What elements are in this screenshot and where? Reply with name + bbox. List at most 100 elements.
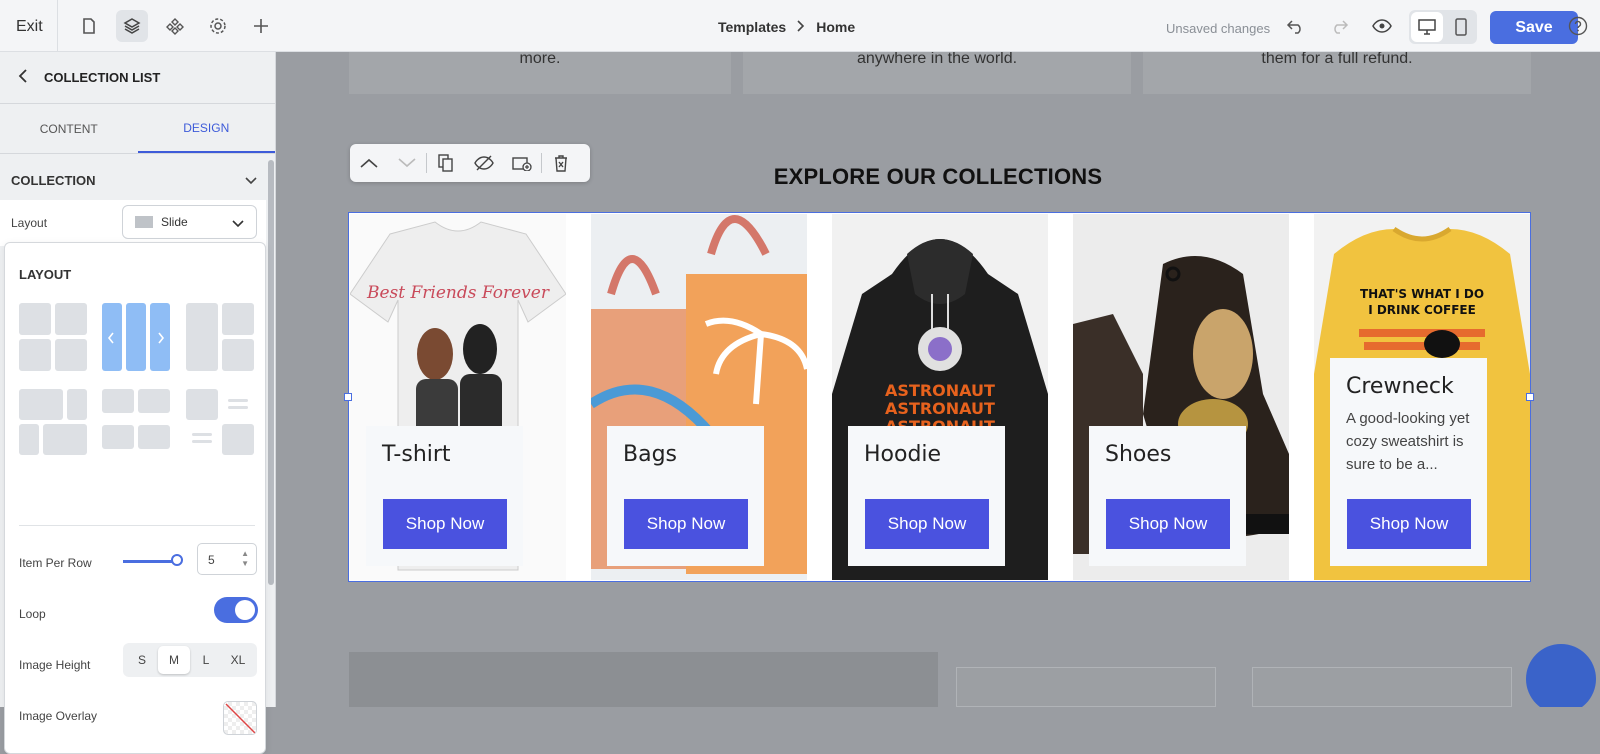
image-overlay-label: Image Overlay (19, 709, 98, 723)
tshirt-print: Best Friends Forever (366, 283, 550, 303)
page-canvas: more. anywhere in the world. them for a … (276, 52, 1600, 707)
loop-toggle[interactable] (214, 597, 258, 623)
image-overlay-swatch[interactable] (223, 701, 257, 735)
image-placeholder (1252, 667, 1512, 707)
image-height-xl[interactable]: XL (222, 646, 254, 674)
collection-info: Bags Shop Now (607, 426, 764, 566)
design-sidebar: COLLECTION LIST CONTENT DESIGN COLLECTIO… (0, 52, 276, 754)
shop-now-button[interactable]: Shop Now (383, 499, 507, 549)
divider (57, 0, 58, 52)
preview-eye-icon[interactable] (1366, 10, 1398, 42)
sidebar-tabs: CONTENT DESIGN (0, 104, 275, 154)
collection-info: Shoes Shop Now (1089, 426, 1246, 566)
pages-icon[interactable] (73, 10, 105, 42)
feature-text: more. (519, 52, 561, 67)
collection-section-header[interactable]: COLLECTION (0, 154, 275, 206)
collection-title: T-shirt (382, 442, 451, 467)
section-heading: EXPLORE OUR COLLECTIONS (773, 164, 1103, 189)
settings-icon[interactable] (202, 10, 234, 42)
shop-now-button[interactable]: Shop Now (624, 499, 748, 549)
layout-option-mixed[interactable] (19, 389, 87, 455)
collection-card[interactable]: THAT'S WHAT I DO I DRINK COFFEE Crewneck… (1314, 214, 1530, 580)
panel-title: LAYOUT (19, 267, 72, 282)
top-bar: Exit Templates Home Unsaved changes Save (0, 0, 1600, 52)
collection-title: Hoodie (864, 442, 942, 467)
breadcrumb-home[interactable]: Home (816, 19, 855, 35)
collection-card[interactable]: Shoes Shop Now (1073, 214, 1289, 580)
layers-icon[interactable] (116, 10, 148, 42)
image-height-s[interactable]: S (126, 646, 158, 674)
collection-card[interactable]: Bags Shop Now (591, 214, 807, 580)
layout-label: Layout (11, 216, 48, 230)
chevron-down-icon (232, 217, 244, 231)
image-height-selector: S M L XL (123, 643, 257, 677)
chat-widget-icon[interactable] (1526, 644, 1596, 707)
resize-handle-left[interactable] (344, 393, 352, 401)
image-height-l[interactable]: L (190, 646, 222, 674)
item-per-row-value: 5 (208, 553, 215, 567)
loop-label: Loop (19, 607, 46, 621)
breadcrumb: Templates Home (718, 19, 855, 35)
image-placeholder (956, 667, 1216, 707)
shop-now-button[interactable]: Shop Now (1347, 499, 1471, 549)
item-per-row-label: Item Per Row (19, 556, 92, 570)
chevron-left-icon (107, 331, 115, 349)
back-arrow-icon[interactable] (18, 69, 28, 86)
collection-card[interactable]: Best Friends Forever T-shirt Shop Now (350, 214, 566, 580)
feature-card: anywhere in the world. (743, 52, 1131, 94)
layout-option-grid-2x2[interactable] (19, 303, 87, 371)
layout-row: Layout Slide (0, 200, 266, 246)
collection-list[interactable]: Best Friends Forever T-shirt Shop Now Ba… (348, 212, 1531, 582)
item-per-row-input[interactable]: 5 ▲ ▼ (197, 543, 257, 575)
slider-handle[interactable] (171, 554, 183, 566)
feature-card: more. (349, 52, 731, 94)
chevron-down-icon (245, 173, 257, 188)
exit-button[interactable]: Exit (16, 18, 43, 36)
sidebar-scrollbar[interactable] (268, 160, 274, 585)
chevron-right-icon (796, 19, 806, 35)
layout-option-list[interactable] (186, 389, 254, 455)
layout-select-value: Slide (161, 215, 188, 229)
feature-text: them for a full refund. (1261, 52, 1413, 67)
collection-title: Crewneck (1346, 374, 1454, 399)
layout-option-cards[interactable] (102, 389, 170, 455)
crewneck-print-1: THAT'S WHAT I DO (1360, 287, 1484, 301)
collection-info: Crewneck A good-looking yet cozy sweatsh… (1330, 358, 1487, 566)
collection-title: Bags (623, 442, 678, 467)
mobile-icon[interactable] (1445, 12, 1477, 42)
resize-handle-right[interactable] (1526, 393, 1534, 401)
tab-design[interactable]: DESIGN (137, 104, 275, 153)
stepper-icon[interactable]: ▲ ▼ (241, 549, 249, 569)
layout-option-masonry[interactable] (186, 303, 254, 371)
unsaved-status: Unsaved changes (1166, 21, 1271, 36)
collection-description: A good-looking yet cozy sweatshirt is su… (1346, 410, 1470, 473)
layout-select[interactable]: Slide (122, 205, 257, 239)
collection-card[interactable]: ASTRONAUT ASTRONAUT ASTRONAUT Hoodie Sho… (832, 214, 1048, 580)
shop-now-button[interactable]: Shop Now (1106, 499, 1230, 549)
collection-info: T-shirt Shop Now (366, 426, 523, 566)
feature-text: anywhere in the world. (856, 52, 1018, 67)
image-height-label: Image Height (19, 658, 91, 672)
image-height-m[interactable]: M (158, 646, 190, 674)
chevron-right-icon (157, 331, 165, 349)
divider (19, 525, 255, 526)
banner-image (349, 652, 938, 707)
feature-card: them for a full refund. (1143, 52, 1531, 94)
hoodie-print-2: ASTRONAUT (885, 399, 995, 418)
tab-content[interactable]: CONTENT (0, 104, 138, 153)
sidebar-title: COLLECTION LIST (44, 70, 161, 85)
components-icon[interactable] (159, 10, 191, 42)
help-icon[interactable] (1562, 10, 1594, 42)
slide-layout-icon (135, 216, 153, 228)
hoodie-print-1: ASTRONAUT (885, 381, 995, 400)
section-title: COLLECTION (11, 172, 96, 188)
collection-info: Hoodie Shop Now (848, 426, 1005, 566)
shop-now-button[interactable]: Shop Now (865, 499, 989, 549)
layout-option-slide[interactable] (102, 303, 170, 371)
add-icon[interactable] (245, 10, 277, 42)
collection-title: Shoes (1105, 442, 1172, 467)
breadcrumb-templates[interactable]: Templates (718, 19, 786, 35)
redo-icon[interactable] (1323, 10, 1355, 42)
undo-icon[interactable] (1280, 10, 1312, 42)
desktop-icon[interactable] (1411, 12, 1443, 42)
